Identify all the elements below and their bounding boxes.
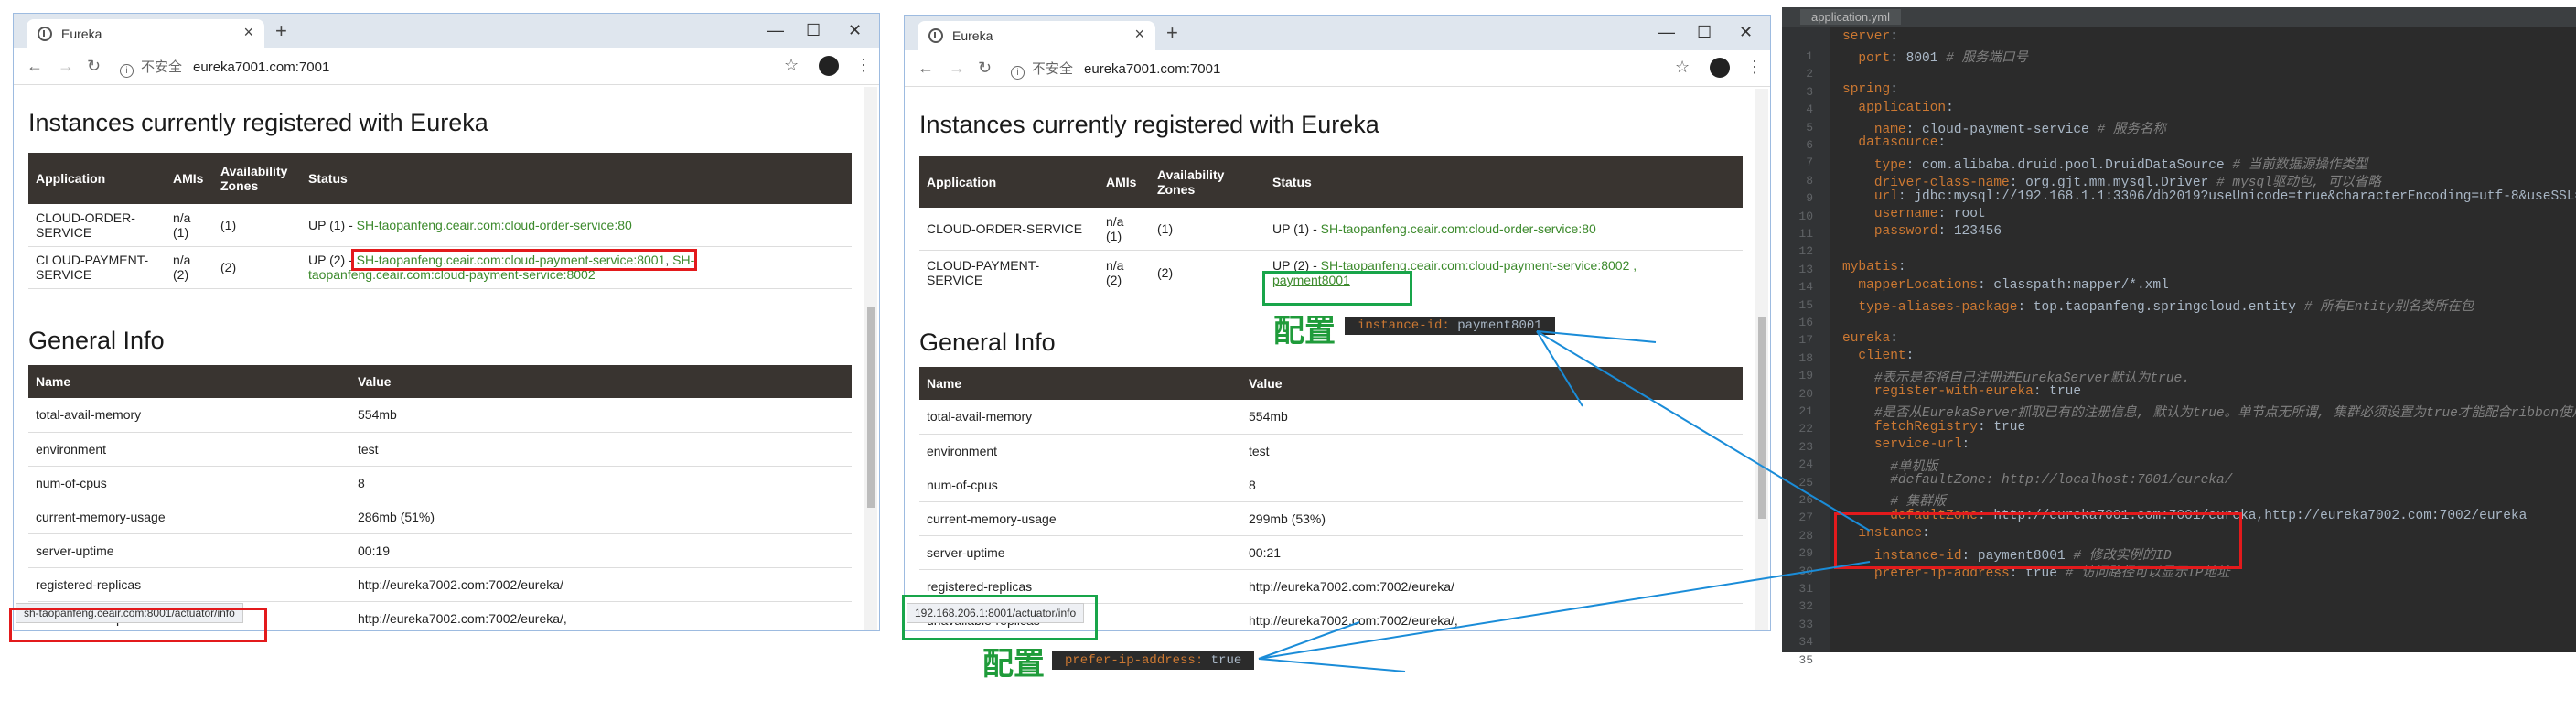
arrow-line xyxy=(1258,621,1360,660)
arrow-line xyxy=(1258,658,1406,672)
arrow-line xyxy=(1536,330,1871,532)
arrow-line xyxy=(1258,561,1871,660)
annotation-arrows xyxy=(1258,330,1871,672)
arrow-line xyxy=(1536,330,1583,407)
arrow-line xyxy=(1536,330,1657,343)
